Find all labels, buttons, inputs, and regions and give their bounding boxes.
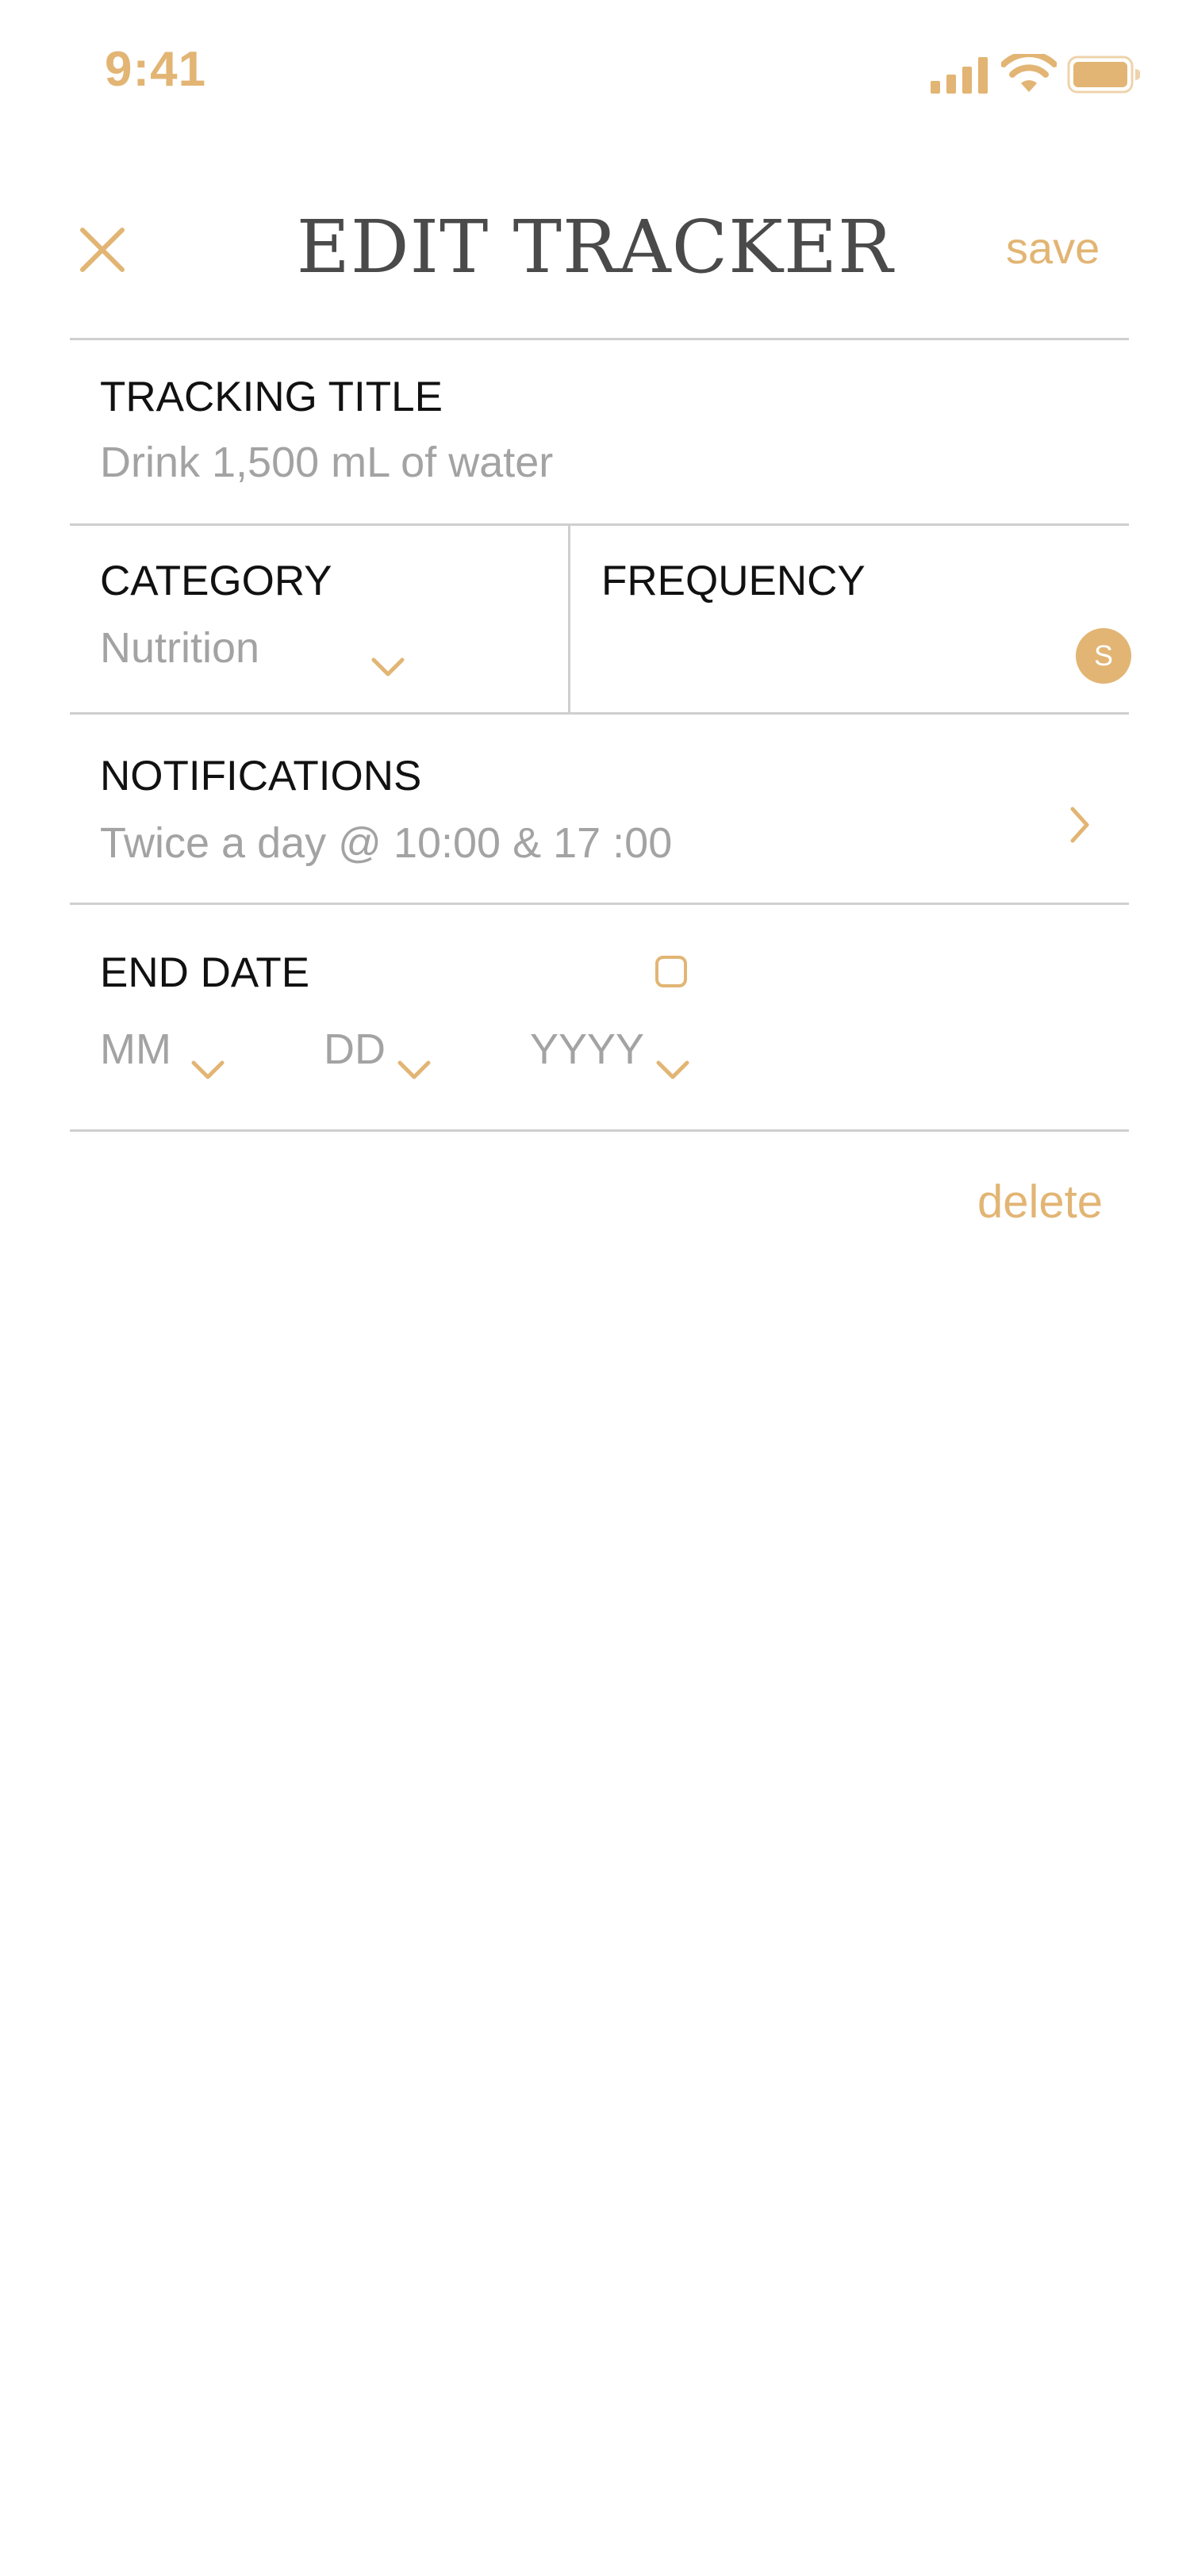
status-time: 9:41 [105,42,207,97]
chevron-down-icon[interactable] [369,655,407,679]
frequency-day-badge[interactable]: S [1076,628,1131,684]
category-select[interactable]: Nutrition [100,623,259,673]
chevron-right-icon[interactable] [1068,803,1092,847]
tracking-title-label: TRACKING TITLE [100,374,443,420]
end-date-year-select[interactable]: YYYY [530,1025,644,1074]
divider [70,338,1129,340]
chevron-down-icon[interactable] [654,1058,692,1082]
delete-button[interactable]: delete [977,1175,1103,1229]
cellular-signal-icon [931,57,988,94]
divider [70,1129,1129,1132]
wifi-icon [1001,54,1057,92]
end-date-day-select[interactable]: DD [324,1025,386,1074]
save-button[interactable]: save [1006,222,1100,274]
chevron-down-icon[interactable] [395,1058,433,1082]
notifications-label: NOTIFICATIONS [100,753,422,799]
battery-icon [1067,56,1140,94]
notifications-value[interactable]: Twice a day @ 10:00 & 17 :00 [100,818,672,868]
end-date-checkbox[interactable] [655,956,687,987]
chevron-down-icon[interactable] [189,1058,227,1082]
end-date-month-select[interactable]: MM [100,1025,171,1074]
divider [70,712,1129,715]
divider [70,903,1129,905]
end-date-label: END DATE [100,949,310,996]
divider [70,523,1129,526]
category-label: CATEGORY [100,558,332,604]
divider-vertical [568,523,570,714]
tracking-title-input[interactable]: Drink 1,500 mL of water [100,438,553,487]
frequency-label: FREQUENCY [601,558,866,604]
